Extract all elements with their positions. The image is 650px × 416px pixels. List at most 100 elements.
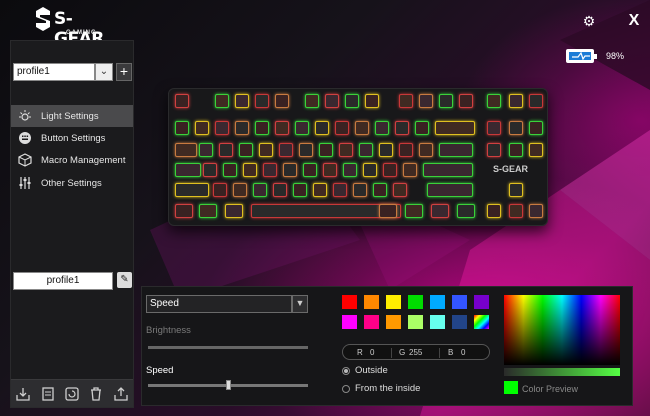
keyboard-key[interactable] bbox=[299, 143, 313, 157]
keyboard-key[interactable] bbox=[423, 163, 473, 177]
keyboard-key[interactable] bbox=[225, 204, 243, 218]
keyboard-key[interactable] bbox=[339, 143, 353, 157]
keyboard-key[interactable] bbox=[215, 121, 229, 135]
keyboard-key[interactable] bbox=[199, 204, 217, 218]
keyboard-key[interactable] bbox=[275, 121, 289, 135]
keyboard-key[interactable] bbox=[175, 121, 189, 135]
keyboard-key[interactable] bbox=[415, 121, 429, 135]
radio-outside[interactable]: Outside bbox=[342, 365, 388, 376]
keyboard-key[interactable] bbox=[431, 204, 449, 218]
reset-icon[interactable] bbox=[64, 386, 80, 402]
keyboard-key[interactable] bbox=[379, 143, 393, 157]
keyboard-key[interactable] bbox=[379, 204, 397, 218]
keyboard-key[interactable] bbox=[273, 183, 287, 197]
keyboard-key[interactable] bbox=[487, 204, 501, 218]
keyboard-key[interactable] bbox=[259, 143, 273, 157]
add-profile-button[interactable]: + bbox=[116, 63, 132, 81]
keyboard-key[interactable] bbox=[315, 121, 329, 135]
close-button[interactable]: X bbox=[627, 13, 641, 29]
keyboard-key[interactable] bbox=[219, 143, 233, 157]
keyboard-key[interactable] bbox=[243, 163, 257, 177]
keyboard-key[interactable] bbox=[439, 143, 473, 157]
keyboard-key[interactable] bbox=[175, 94, 189, 108]
nav-light-settings[interactable]: Light Settings bbox=[11, 105, 133, 127]
keyboard-key[interactable] bbox=[175, 204, 193, 218]
keyboard-key[interactable] bbox=[233, 183, 247, 197]
keyboard-key[interactable] bbox=[509, 143, 523, 157]
nav-macro-management[interactable]: Macro Management bbox=[11, 149, 133, 171]
keyboard-key[interactable] bbox=[509, 94, 523, 108]
keyboard-key[interactable] bbox=[403, 163, 417, 177]
color-swatch[interactable] bbox=[364, 295, 379, 309]
color-swatch[interactable] bbox=[452, 315, 467, 329]
keyboard-key[interactable] bbox=[457, 204, 475, 218]
color-value-strip[interactable] bbox=[504, 368, 620, 376]
keyboard-key[interactable] bbox=[419, 143, 433, 157]
keyboard-key[interactable] bbox=[529, 94, 543, 108]
keyboard-key[interactable] bbox=[199, 143, 213, 157]
keyboard-key[interactable] bbox=[509, 121, 523, 135]
keyboard-key[interactable] bbox=[255, 94, 269, 108]
keyboard-key[interactable] bbox=[345, 94, 359, 108]
keyboard-key[interactable] bbox=[333, 183, 347, 197]
keyboard-key[interactable] bbox=[529, 204, 543, 218]
keyboard-key[interactable] bbox=[235, 94, 249, 108]
keyboard-key[interactable] bbox=[363, 163, 377, 177]
keyboard-key[interactable] bbox=[203, 163, 217, 177]
keyboard-key[interactable] bbox=[459, 94, 473, 108]
keyboard-key[interactable] bbox=[215, 94, 229, 108]
keyboard-key[interactable] bbox=[313, 183, 327, 197]
profile-name-field[interactable]: profile1 bbox=[13, 272, 113, 290]
nav-other-settings[interactable]: Other Settings bbox=[11, 172, 133, 194]
keyboard-key[interactable] bbox=[303, 163, 317, 177]
keyboard-key[interactable] bbox=[353, 183, 367, 197]
keyboard-key[interactable] bbox=[405, 204, 423, 218]
keyboard-key[interactable] bbox=[295, 121, 309, 135]
effect-dropdown-button[interactable]: ▼ bbox=[292, 295, 308, 313]
keyboard-key[interactable] bbox=[305, 94, 319, 108]
settings-gear-button[interactable]: ⚙ bbox=[582, 14, 596, 28]
speed-slider-thumb[interactable] bbox=[226, 380, 231, 390]
keyboard-key[interactable] bbox=[395, 121, 409, 135]
keyboard-key[interactable] bbox=[529, 143, 543, 157]
keyboard-key[interactable] bbox=[373, 183, 387, 197]
trash-icon[interactable] bbox=[88, 386, 104, 402]
keyboard-key[interactable] bbox=[487, 121, 501, 135]
color-swatch[interactable] bbox=[386, 315, 401, 329]
color-swatch[interactable] bbox=[474, 295, 489, 309]
keyboard-key[interactable] bbox=[253, 183, 267, 197]
keyboard-key[interactable] bbox=[175, 163, 201, 177]
edit-profile-button[interactable]: ✎ bbox=[117, 272, 132, 288]
keyboard-key[interactable] bbox=[399, 143, 413, 157]
keyboard-key[interactable] bbox=[383, 163, 397, 177]
keyboard-key[interactable] bbox=[323, 163, 337, 177]
import-icon[interactable] bbox=[15, 386, 31, 402]
color-swatch[interactable] bbox=[430, 295, 445, 309]
keyboard-key[interactable] bbox=[439, 94, 453, 108]
keyboard-key[interactable] bbox=[435, 121, 475, 135]
keyboard-key[interactable] bbox=[255, 121, 269, 135]
keyboard-key[interactable] bbox=[529, 121, 543, 135]
color-swatch[interactable] bbox=[408, 315, 423, 329]
keyboard-key[interactable] bbox=[487, 94, 501, 108]
document-icon[interactable] bbox=[40, 386, 56, 402]
keyboard-key[interactable] bbox=[393, 183, 407, 197]
keyboard-key[interactable] bbox=[175, 143, 197, 157]
b-input[interactable]: 0 bbox=[461, 347, 465, 358]
export-icon[interactable] bbox=[113, 386, 129, 402]
color-picker-area[interactable] bbox=[504, 295, 620, 365]
keyboard-key[interactable] bbox=[263, 163, 277, 177]
nav-button-settings[interactable]: Button Settings bbox=[11, 127, 133, 149]
effect-select[interactable]: Speed bbox=[146, 295, 292, 313]
r-input[interactable]: 0 bbox=[370, 347, 374, 358]
keyboard-key[interactable] bbox=[235, 121, 249, 135]
keyboard-key[interactable] bbox=[283, 163, 297, 177]
color-swatch[interactable] bbox=[474, 315, 489, 329]
keyboard-key[interactable] bbox=[509, 183, 523, 197]
keyboard-key[interactable] bbox=[365, 94, 379, 108]
keyboard-key[interactable] bbox=[399, 94, 413, 108]
keyboard-key[interactable] bbox=[427, 183, 473, 197]
radio-from-inside[interactable]: From the inside bbox=[342, 383, 420, 394]
keyboard-key[interactable] bbox=[293, 183, 307, 197]
keyboard-key[interactable] bbox=[343, 163, 357, 177]
